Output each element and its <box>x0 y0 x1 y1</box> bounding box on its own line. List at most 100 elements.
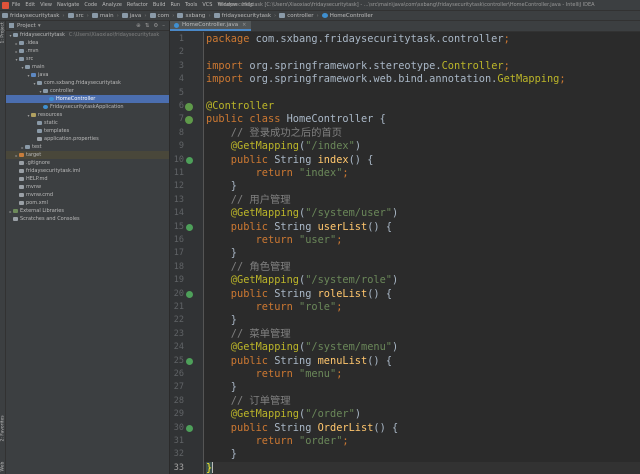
file-icon <box>19 184 24 190</box>
menu-run[interactable]: Run <box>170 2 180 8</box>
java-class-icon <box>174 22 179 28</box>
web-mapping-icon[interactable] <box>186 223 193 231</box>
menu-tools[interactable]: Tools <box>185 2 197 8</box>
code-line: } <box>206 448 237 461</box>
code-token: ) <box>392 274 399 287</box>
close-icon[interactable]: × <box>242 22 246 28</box>
menu-edit[interactable]: Edit <box>25 2 35 8</box>
breadcrumb-item[interactable]: src › <box>67 13 92 19</box>
tab-homecontroller[interactable]: HomeController.java × <box>170 21 252 31</box>
folder-icon <box>177 13 184 18</box>
line-number: 7 <box>178 114 184 125</box>
tree-item[interactable]: ▸ .idea <box>6 39 169 47</box>
code-line: @Controller <box>206 100 274 113</box>
tree-item-label: templates <box>44 128 70 134</box>
tree-item[interactable]: ▾ resources <box>6 111 169 119</box>
tree-item[interactable]: HELP.md <box>6 175 169 183</box>
tree-item-label: test <box>32 144 42 150</box>
collapse-icon[interactable]: ⇅ <box>145 23 150 29</box>
breadcrumb-label: sxbang <box>185 12 206 19</box>
breadcrumb-item[interactable]: java › <box>121 12 150 19</box>
code-token: () { <box>367 287 393 300</box>
menu-code[interactable]: Code <box>84 2 97 8</box>
tree-item-label: main <box>32 64 45 70</box>
code-line: } <box>206 461 214 474</box>
tree-item[interactable]: ▾ com.sxbang.fridaysecuritytask <box>6 79 169 87</box>
locate-icon[interactable]: ⊕ <box>136 23 141 29</box>
tree-item[interactable]: HomeController <box>6 95 169 103</box>
web-mapping-icon[interactable] <box>186 424 193 432</box>
chevron-down-icon[interactable]: ▾ <box>38 23 41 29</box>
tree-item[interactable]: ▾ java <box>6 71 169 79</box>
title-bar: File Edit View Navigate Code Analyze Refactor B… <box>0 0 640 10</box>
folder-icon <box>279 13 286 18</box>
tree-item[interactable]: fridaysecuritytask.iml <box>6 167 169 175</box>
breadcrumb-item[interactable]: main › <box>91 13 122 19</box>
code-token: @GetMapping <box>206 341 299 354</box>
tree-item[interactable]: ▸ External Libraries <box>6 207 169 215</box>
tree-item[interactable]: ▸ test <box>6 143 169 151</box>
code-token: public <box>206 153 275 166</box>
breadcrumb-item[interactable]: fridaysecuritytask › <box>2 13 68 19</box>
tree-item[interactable]: ▾ src <box>6 55 169 63</box>
breadcrumb-item[interactable]: fridaysecuritytask › <box>213 12 280 19</box>
breadcrumb-item[interactable]: com › <box>149 13 178 19</box>
menu-refactor[interactable]: Refactor <box>127 2 148 8</box>
spring-bean-icon[interactable] <box>185 116 193 125</box>
tree-item[interactable]: Scratches and Consoles <box>6 215 169 223</box>
breadcrumb-item[interactable]: sxbang › <box>177 13 213 19</box>
tree-item[interactable]: ▾ fridaysecuritytask C:\Users\Xiaoxiao\fri… <box>6 31 169 39</box>
line-number: 9 <box>178 141 184 152</box>
tree-item[interactable]: ▾ main <box>6 63 169 71</box>
java-class-icon <box>43 104 48 110</box>
code-line: } <box>206 381 237 394</box>
menu-analyze[interactable]: Analyze <box>102 2 122 8</box>
tree-item[interactable]: ▸ .mvn <box>6 47 169 55</box>
project-panel-title[interactable]: Project <box>17 23 36 29</box>
menu-file[interactable]: File <box>12 2 20 8</box>
menu-navigate[interactable]: Navigate <box>57 2 79 8</box>
code-line: // 用户管理 <box>206 194 291 207</box>
gear-icon[interactable]: ⚙ <box>153 23 158 29</box>
favorites-tool-button[interactable]: 2: Favorites <box>1 415 6 441</box>
navigation-bar: fridaysecuritytask › src › main › java › com › sxb… <box>0 10 640 21</box>
folder-icon <box>37 80 42 86</box>
chevron-right-icon: › <box>62 12 65 19</box>
folder-icon <box>13 32 18 38</box>
spring-bean-icon[interactable] <box>185 103 193 111</box>
web-mapping-icon[interactable] <box>186 357 193 365</box>
project-path-hint: C:\Users\Xiaoxiao\fridaysecuritytask <box>68 32 160 38</box>
menu-build[interactable]: Build <box>153 2 166 8</box>
tree-item-label: HELP.md <box>26 176 48 182</box>
tree-item[interactable]: .gitignore <box>6 159 169 167</box>
tree-item[interactable]: templates <box>6 127 169 135</box>
hide-icon[interactable]: – <box>162 23 165 29</box>
tree-item[interactable]: ▾ controller <box>6 87 169 95</box>
line-number: 17 <box>173 248 184 259</box>
tree-item[interactable]: pom.xml <box>6 199 169 207</box>
code-token: import <box>206 73 250 86</box>
chevron-right-icon: › <box>144 12 147 19</box>
tree-item[interactable]: mvnw <box>6 183 169 191</box>
breadcrumb-item[interactable]: controller › <box>279 13 321 19</box>
breadcrumb-label: fridaysecuritytask <box>221 12 272 19</box>
web-tool-button[interactable]: Web <box>1 456 6 472</box>
menu-vcs[interactable]: VCS <box>202 2 212 8</box>
tree-item[interactable]: ▸ target <box>6 151 169 159</box>
project-tree: ▾ fridaysecuritytask C:\Users\Xiaoxiao\fri… <box>6 31 169 223</box>
code-line: return "order"; <box>206 435 349 448</box>
project-tool-button[interactable]: 1: Project <box>1 22 6 43</box>
code-editor[interactable]: 1 2 3 4 5 6 7 8 9 10 11 12 13 14 15 16 17 18 19 20 21 22 23 24 2… <box>170 32 640 474</box>
tree-item[interactable]: FridaysecuritytaskApplication <box>6 103 169 111</box>
tree-item[interactable]: static <box>6 119 169 127</box>
web-mapping-icon[interactable] <box>186 156 193 164</box>
web-mapping-icon[interactable] <box>186 290 193 298</box>
tree-item[interactable]: application.properties <box>6 135 169 143</box>
code-token: // 订单管理 <box>206 394 291 407</box>
breadcrumb-item[interactable]: HomeController <box>321 13 373 19</box>
tree-item[interactable]: mvnw.cmd <box>6 191 169 199</box>
code-token: } <box>206 180 237 193</box>
menu-view[interactable]: View <box>40 2 52 8</box>
folder-icon <box>37 128 42 134</box>
project-panel: Project ▾ ⊕ ⇅ ⚙ – ▾ fridaysecuritytask C:\… <box>6 21 170 474</box>
